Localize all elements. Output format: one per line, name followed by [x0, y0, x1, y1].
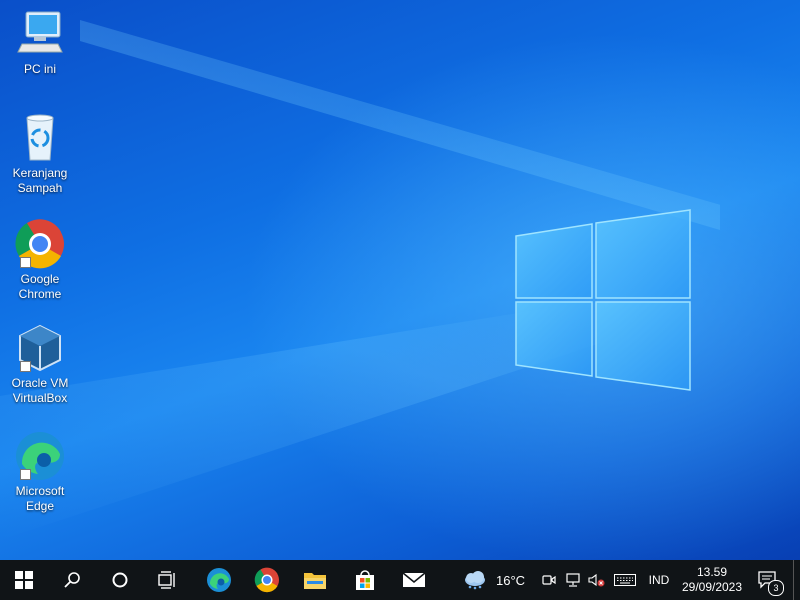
weather-widget[interactable]: 16°C — [462, 560, 532, 600]
clock-button[interactable]: 13.59 29/09/2023 — [678, 560, 746, 600]
edge-icon — [207, 568, 231, 592]
icon-label: PC ini — [23, 62, 56, 76]
desktop-icon-recycle-bin[interactable]: Keranjang Sampah — [4, 112, 76, 196]
taskbar-store-button[interactable] — [340, 560, 390, 600]
input-language-button[interactable]: IND — [642, 560, 676, 600]
keyboard-icon — [614, 574, 636, 586]
notification-count-badge: 3 — [768, 580, 784, 596]
shortcut-arrow-icon — [20, 361, 31, 372]
camera-icon — [542, 575, 556, 585]
cortana-button[interactable] — [98, 560, 142, 600]
taskbar: 16°C IND 13.59 29/09/2023 3 — [0, 560, 800, 600]
weather-temperature: 16°C — [496, 572, 526, 588]
icon-label: Microsoft — [15, 484, 65, 498]
light-beam — [80, 20, 720, 230]
task-view-icon — [158, 571, 175, 589]
light-beam — [0, 300, 600, 540]
icon-label: Chrome — [18, 287, 62, 301]
cortana-icon — [112, 572, 128, 588]
start-icon — [15, 571, 33, 589]
clock-date: 29/09/2023 — [681, 580, 743, 594]
taskbar-chrome-button[interactable] — [244, 560, 290, 600]
windows-logo-wallpaper — [515, 209, 691, 391]
desktop-icon-this-pc[interactable]: PC ini — [4, 8, 76, 77]
notification-center-button[interactable]: 3 — [754, 560, 784, 600]
icon-label: Keranjang — [12, 166, 68, 180]
show-desktop-button[interactable] — [793, 560, 800, 600]
mail-icon — [402, 572, 426, 587]
search-button[interactable] — [50, 560, 94, 600]
shortcut-arrow-icon — [20, 257, 31, 268]
desktop-icon-microsoft-edge[interactable]: Microsoft Edge — [4, 430, 76, 514]
meet-now-button[interactable] — [540, 560, 558, 600]
icon-label: Google — [20, 272, 60, 286]
shortcut-arrow-icon — [20, 469, 31, 480]
clock-time: 13.59 — [696, 565, 728, 579]
start-button[interactable] — [0, 560, 48, 600]
microsoft-store-icon — [356, 570, 374, 590]
chrome-icon — [254, 567, 279, 593]
network-icon — [566, 573, 580, 587]
network-button[interactable] — [563, 560, 583, 600]
desktop-icon-google-chrome[interactable]: Google Chrome — [4, 218, 76, 302]
weather-cloud-icon — [465, 571, 485, 590]
language-indicator: IND — [648, 573, 670, 587]
taskbar-edge-button[interactable] — [196, 560, 242, 600]
touch-keyboard-button[interactable] — [612, 560, 638, 600]
chrome-icon — [14, 218, 66, 270]
virtualbox-icon — [14, 322, 66, 374]
icon-label: Edge — [25, 499, 55, 513]
desktop[interactable]: PC ini Keranjang Sampah Google Chrome Or… — [0, 0, 800, 560]
edge-icon — [14, 430, 66, 482]
computer-icon — [14, 8, 66, 60]
volume-muted-icon — [588, 573, 605, 587]
file-explorer-icon — [304, 573, 326, 589]
desktop-icon-virtualbox[interactable]: Oracle VM VirtualBox — [4, 322, 76, 406]
search-icon — [64, 572, 80, 588]
recycle-bin-icon — [14, 112, 66, 164]
task-view-button[interactable] — [146, 560, 190, 600]
icon-label: Oracle VM — [11, 376, 69, 390]
taskbar-mail-button[interactable] — [390, 560, 438, 600]
volume-button[interactable] — [586, 560, 608, 600]
icon-label: VirtualBox — [12, 391, 68, 405]
taskbar-file-explorer-button[interactable] — [292, 560, 338, 600]
icon-label: Sampah — [17, 181, 63, 195]
